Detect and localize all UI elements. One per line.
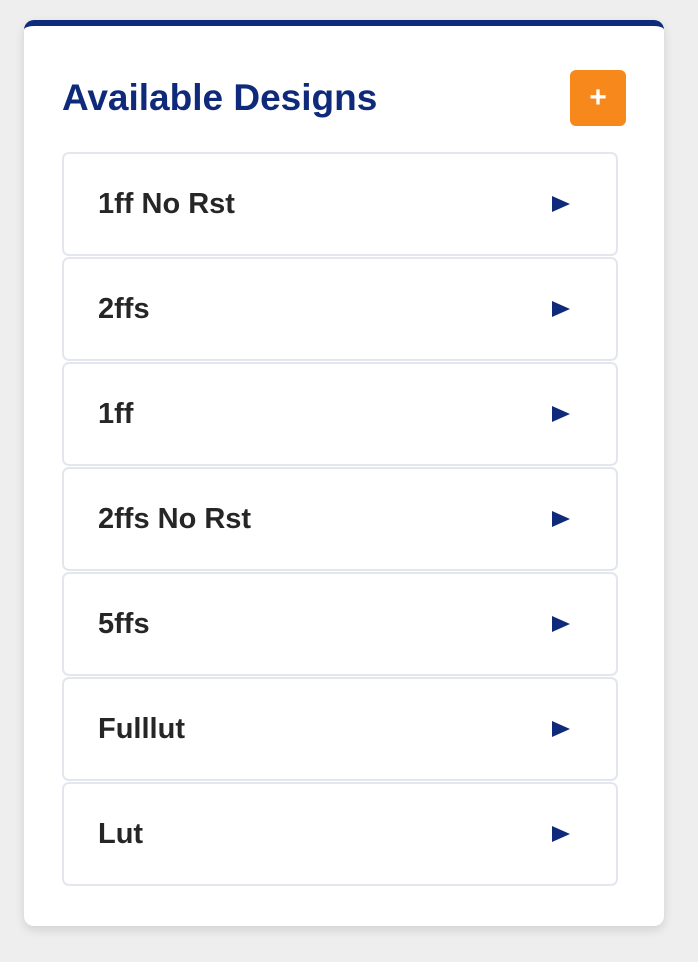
design-item-lut[interactable]: Lut <box>62 782 618 886</box>
design-item-label: 5ffs <box>98 608 150 640</box>
play-arrow-icon <box>552 721 570 737</box>
add-design-button[interactable]: + <box>570 70 626 126</box>
design-item-label: Lut <box>98 818 144 850</box>
play-arrow-icon <box>552 301 570 317</box>
design-item-label: 2ffs No Rst <box>98 503 252 535</box>
design-item-2ffs-no-rst[interactable]: 2ffs No Rst <box>62 467 618 571</box>
design-item-2ffs[interactable]: 2ffs <box>62 257 618 361</box>
play-arrow-icon <box>552 406 570 422</box>
design-item-label: Fulllut <box>98 713 185 745</box>
design-list: 1ff No Rst 2ffs 1ff 2ffs No Rst 5ffs Ful… <box>62 152 618 887</box>
design-item-label: 1ff <box>98 398 134 430</box>
plus-icon: + <box>589 81 607 114</box>
play-arrow-icon <box>552 511 570 527</box>
design-item-fulllut[interactable]: Fulllut <box>62 677 618 781</box>
design-item-label: 2ffs <box>98 293 150 325</box>
panel-title: Available Designs <box>62 77 378 118</box>
play-arrow-icon <box>552 826 570 842</box>
design-item-label: 1ff No Rst <box>98 188 235 220</box>
design-item-1ff[interactable]: 1ff <box>62 362 618 466</box>
panel-header: Available Designs + <box>62 70 626 130</box>
play-arrow-icon <box>552 196 570 212</box>
play-arrow-icon <box>552 616 570 632</box>
available-designs-panel: Available Designs + 1ff No Rst 2ffs 1ff … <box>24 20 664 926</box>
design-item-1ff-no-rst[interactable]: 1ff No Rst <box>62 152 618 256</box>
design-item-5ffs[interactable]: 5ffs <box>62 572 618 676</box>
